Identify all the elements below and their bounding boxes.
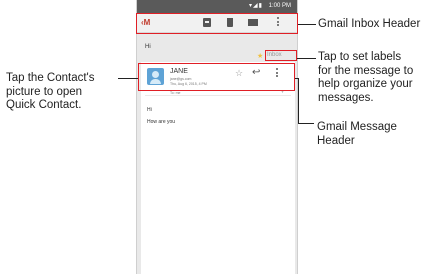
- status-bar: ▾◢▮ 1:00 PM: [137, 0, 297, 13]
- callout-line: [297, 58, 316, 59]
- callout-line: [298, 24, 316, 25]
- annotation-contact-tip: Tap the Contact's picture to open Quick …: [6, 72, 95, 111]
- phone-screen: ▾◢▮ 1:00 PM ‹M Hi ★ Inbox JANE jane@gs.c…: [136, 0, 298, 274]
- email-subject: Hi: [145, 44, 151, 50]
- message-body-line: How are you: [147, 119, 176, 125]
- signal-icon: ▾◢▮: [249, 3, 263, 9]
- callout-line: [298, 123, 314, 124]
- annotation-inbox-header: Gmail Inbox Header: [318, 18, 421, 30]
- inbox-header-highlight: [136, 13, 298, 34]
- message-header-highlight: [138, 63, 295, 91]
- labels-highlight: [265, 50, 297, 61]
- callout-line: [118, 78, 138, 79]
- message-card: JANE jane@gs.com Thu, Aug 6, 2015, 4 PM …: [141, 62, 295, 274]
- callout-line: [298, 78, 299, 123]
- label-star-icon: ★: [257, 53, 264, 60]
- status-time: 1:00 PM: [268, 3, 291, 9]
- annotation-labels-tip: Tap to set labels for the message to hel…: [318, 51, 414, 104]
- message-body-line: Hi: [147, 107, 152, 113]
- annotation-message-header: Gmail Message Header: [317, 121, 397, 147]
- divider: [145, 95, 291, 96]
